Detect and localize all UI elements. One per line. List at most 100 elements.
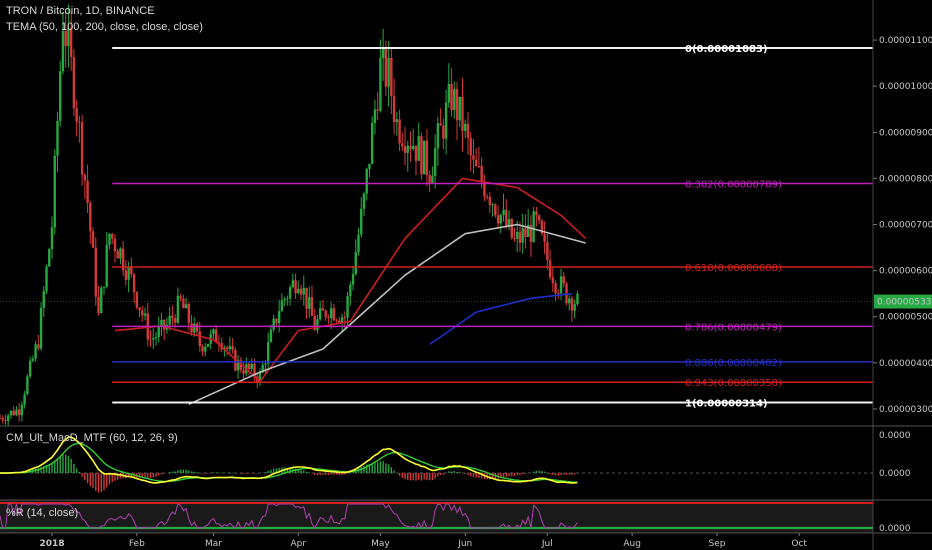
candle-body: [428, 175, 431, 184]
candle-body: [23, 394, 26, 405]
candle-body: [362, 193, 366, 209]
candle-body: [513, 237, 516, 239]
time-tick-label: Apr: [291, 539, 307, 549]
price-tick-label: 0.00000900: [879, 128, 932, 138]
candle-body: [576, 293, 579, 305]
candle-body: [442, 125, 445, 139]
candle-body: [466, 123, 470, 138]
candle-body: [75, 108, 78, 122]
candle-body: [499, 214, 503, 224]
candle-body: [163, 319, 166, 330]
candle-body: [524, 228, 527, 237]
candle-body: [275, 318, 278, 324]
price-tick-label: 0.00000400: [879, 359, 932, 369]
candle-body: [294, 280, 297, 294]
candle-body: [417, 136, 420, 161]
candle-body: [17, 409, 21, 416]
candle-body: [193, 323, 196, 333]
candle-body: [171, 315, 174, 319]
candle-body: [152, 338, 155, 340]
candle-body: [450, 83, 453, 111]
candle-body: [179, 295, 182, 299]
candle-body: [403, 146, 407, 153]
fib-level-label: 0.886(0.00000402): [685, 358, 782, 369]
candle-body: [113, 238, 117, 252]
current-price-label: 0.00000533: [877, 298, 931, 308]
candle-body: [157, 326, 160, 337]
candle-body: [286, 298, 289, 300]
tema-legend: TEMA (50, 100, 200, close, close, close): [6, 21, 203, 33]
candle-body: [53, 155, 56, 228]
fib-level-label: 0(0.00001083): [685, 44, 768, 55]
candle-body: [45, 266, 48, 292]
candle-body: [390, 57, 393, 97]
candle-body: [516, 231, 519, 239]
candle-body: [568, 298, 571, 304]
candle-body: [425, 140, 429, 176]
candle-body: [168, 315, 171, 325]
candle-body: [398, 119, 401, 144]
candle-body: [288, 287, 292, 299]
fib-level-label: 0.382(0.00000789): [685, 179, 782, 190]
candle-body: [324, 310, 327, 318]
candle-body: [86, 180, 89, 203]
candle-body: [360, 208, 363, 235]
candle-body: [395, 119, 399, 123]
time-tick-label: Sep: [709, 539, 726, 549]
candle-body: [310, 297, 314, 316]
candle-body: [299, 288, 303, 295]
candle-body: [422, 140, 426, 175]
candle-body: [546, 242, 549, 260]
candle-body: [34, 344, 37, 359]
candle-body: [39, 307, 43, 349]
candle-body: [472, 155, 475, 160]
price-tick-label: 0.00000800: [879, 174, 932, 184]
candle-body: [414, 145, 418, 161]
candle-body: [477, 165, 481, 167]
candle-body: [20, 404, 24, 416]
candle-body: [269, 329, 273, 342]
candle-body: [318, 308, 322, 320]
candle-body: [376, 109, 379, 111]
candle-body: [204, 346, 207, 352]
candle-body: [321, 308, 325, 311]
candle-body: [557, 293, 560, 295]
candle-body: [565, 283, 568, 304]
candle-body: [554, 282, 557, 294]
candle-body: [116, 251, 119, 259]
candle-body: [420, 136, 423, 175]
price-tick-label: 0.00000300: [879, 405, 932, 415]
candle-body: [242, 369, 245, 374]
candle-body: [108, 233, 111, 245]
candle-body: [149, 339, 152, 341]
price-tick-label: 0.00000500: [879, 313, 932, 323]
price-tick-label: 0.00000600: [879, 267, 932, 277]
candle-body: [143, 313, 147, 316]
candle-body: [406, 145, 409, 153]
candle-body: [431, 175, 434, 184]
time-tick-label: 2018: [39, 539, 64, 549]
candle-body: [453, 89, 456, 111]
candle-body: [401, 143, 404, 147]
symbol-title: TRON / Bitcoin, 1D, BINANCE: [6, 5, 155, 17]
candle-body: [573, 304, 576, 311]
candle-body: [283, 299, 286, 301]
candle-body: [316, 319, 319, 331]
candle-body: [458, 96, 461, 121]
price-tick-label: 0.00001000: [879, 82, 932, 92]
candle-body: [370, 122, 374, 164]
candle-body: [332, 308, 336, 321]
candle-body: [1, 418, 4, 421]
candle-body: [100, 287, 103, 314]
candle-body: [48, 249, 51, 267]
candle-body: [365, 168, 368, 194]
candle-body: [521, 228, 524, 243]
candle-body: [201, 346, 204, 352]
candle-body: [297, 288, 300, 294]
candle-body: [28, 360, 32, 377]
candle-body: [9, 410, 13, 416]
candle-body: [15, 409, 18, 416]
chart-canvas[interactable]: 0(0.00001083) 0.382(0.00000789) 0.618(0.00…: [0, 0, 932, 550]
candle-body: [308, 297, 311, 309]
candle-body: [474, 159, 478, 166]
